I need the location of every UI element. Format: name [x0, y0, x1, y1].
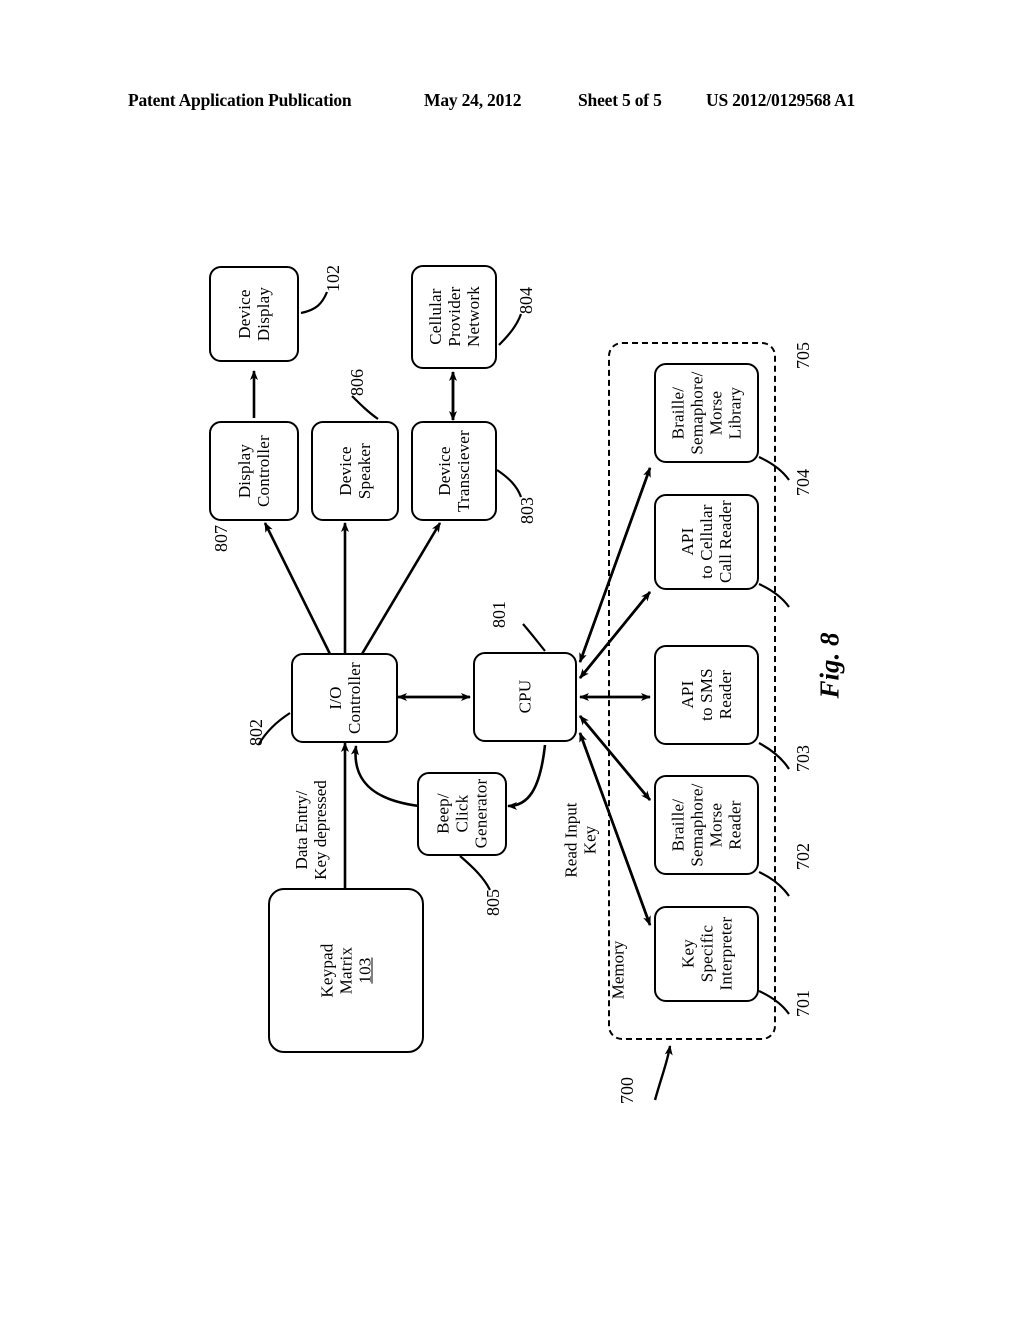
node-braille-semaphore-morse-library-label: Braille/ Semaphore/ Morse Library	[668, 371, 745, 455]
ref-804: 804	[516, 287, 536, 314]
node-cpu[interactable]: CPU	[473, 652, 577, 742]
ref-807: 807	[211, 525, 231, 552]
node-device-display[interactable]: Device Display	[209, 266, 299, 362]
node-keypad-matrix-label: Keypad Matrix 103	[317, 943, 375, 998]
node-braille-semaphore-morse-reader[interactable]: Braille/ Semaphore/ Morse Reader	[654, 775, 759, 875]
node-io-controller[interactable]: I/O Controller	[291, 653, 398, 743]
ref-805: 805	[483, 889, 503, 916]
node-io-controller-label: I/O Controller	[325, 662, 364, 734]
edge-caption-read-input-key: Read Input Key	[561, 802, 601, 878]
node-device-display-label: Device Display	[234, 286, 273, 342]
node-cellular-provider-network-label: Cellular Provider Network	[425, 286, 483, 348]
node-device-transciever-label: Device Transciever	[434, 430, 473, 512]
ref-700: 700	[617, 1077, 637, 1104]
node-device-speaker-label: Device Speaker	[335, 442, 374, 500]
node-display-controller[interactable]: Display Controller	[209, 421, 299, 521]
node-display-controller-label: Display Controller	[234, 435, 273, 507]
node-api-to-cellular-call-reader-label: API to Cellular Call Reader	[677, 500, 736, 584]
ref-704: 704	[793, 469, 813, 496]
ref-802: 802	[246, 719, 266, 746]
node-keypad-matrix-ref: 103	[355, 957, 375, 984]
node-braille-semaphore-morse-library[interactable]: Braille/ Semaphore/ Morse Library	[654, 363, 759, 463]
node-beep-click-generator-label: Beep/ Click Generator	[433, 779, 491, 849]
ref-701: 701	[793, 990, 813, 1017]
node-device-speaker[interactable]: Device Speaker	[311, 421, 399, 521]
ref-806: 806	[347, 369, 367, 396]
node-cellular-provider-network[interactable]: Cellular Provider Network	[411, 265, 497, 369]
memory-region-label: Memory	[608, 940, 628, 1000]
node-api-to-sms-reader[interactable]: API to SMS Reader	[654, 645, 759, 745]
figure-caption: Fig. 8	[814, 631, 845, 699]
node-api-to-sms-reader-label: API to SMS Reader	[677, 668, 736, 722]
node-key-specific-interpreter-label: Key Specific Interpreter	[677, 917, 736, 991]
figure-8-block-diagram: Device Display Cellular Provider Network…	[0, 0, 1024, 1320]
ref-801: 801	[489, 601, 509, 628]
ref-705: 705	[793, 342, 813, 369]
edge-caption-data-entry: Data Entry/ Key depressed	[291, 780, 331, 880]
ref-803: 803	[517, 497, 537, 524]
node-braille-semaphore-morse-reader-label: Braille/ Semaphore/ Morse Reader	[668, 783, 745, 867]
ref-703: 703	[793, 745, 813, 772]
ref-102: 102	[323, 265, 343, 292]
node-key-specific-interpreter[interactable]: Key Specific Interpreter	[654, 906, 759, 1002]
node-api-to-cellular-call-reader[interactable]: API to Cellular Call Reader	[654, 494, 759, 590]
node-cpu-label: CPU	[515, 680, 535, 714]
node-keypad-matrix[interactable]: Keypad Matrix 103	[268, 888, 424, 1053]
ref-702: 702	[793, 843, 813, 870]
node-beep-click-generator[interactable]: Beep/ Click Generator	[417, 772, 507, 856]
node-device-transciever[interactable]: Device Transciever	[411, 421, 497, 521]
